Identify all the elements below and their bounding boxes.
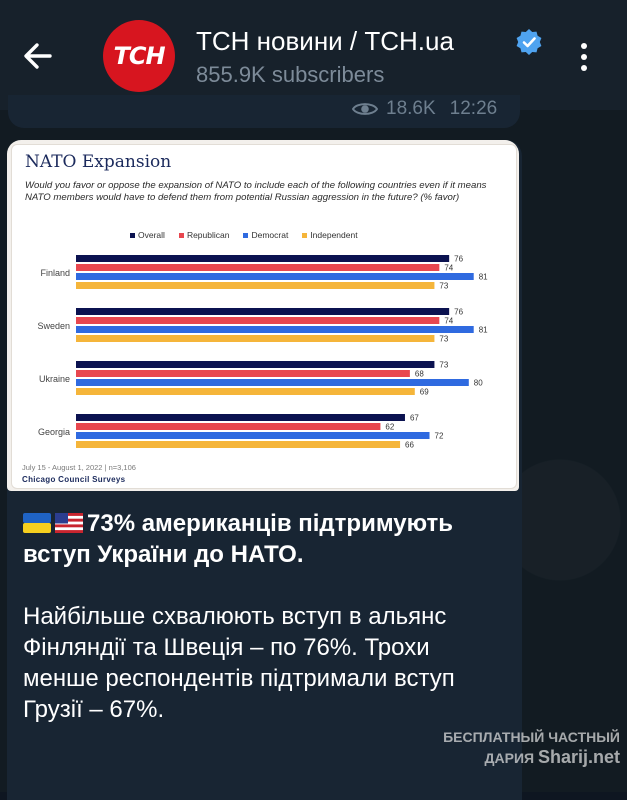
channel-name[interactable]: ТСН новини / ТСН.ua (196, 26, 454, 57)
category-label-ukraine: Ukraine (39, 374, 70, 384)
bar-value-label: 73 (439, 335, 448, 344)
views-count: 18.6K (386, 98, 436, 119)
bar-ukraine-republican (76, 370, 410, 377)
bar-finland-independent (76, 282, 435, 289)
bar-ukraine-independent (76, 388, 415, 395)
bar-georgia-overall (76, 414, 405, 421)
bar-sweden-democrat (76, 326, 474, 333)
bar-finland-democrat (76, 273, 474, 280)
category-label-finland: Finland (40, 268, 70, 278)
bar-value-label: 68 (415, 370, 424, 379)
bar-chart: Finland76748173Sweden76748173Ukraine7368… (37, 255, 488, 450)
category-label-sweden: Sweden (37, 321, 70, 331)
bar-value-label: 81 (479, 273, 488, 282)
category-label-georgia: Georgia (38, 427, 70, 437)
bar-ukraine-overall (76, 361, 435, 368)
chart-brand: Chicago Council Surveys (22, 475, 126, 484)
views-eye-icon (352, 103, 378, 115)
bar-value-label: 81 (479, 326, 488, 335)
chart-photo[interactable]: NATO Expansion Would you favor or oppose… (7, 140, 519, 491)
bar-value-label: 73 (439, 282, 448, 291)
watermark: БЕСПЛАТНЫЙ ЧАСТНЫЙ ДАРИЯ Sharij.net (410, 727, 620, 768)
usa-flag-icon (55, 513, 83, 533)
bar-ukraine-democrat (76, 379, 469, 386)
chart-card: NATO Expansion Would you favor or oppose… (11, 144, 517, 489)
bar-value-label: 69 (420, 388, 429, 397)
more-options-icon[interactable] (572, 40, 596, 74)
bar-value-label: 74 (444, 317, 453, 326)
bar-georgia-republican (76, 423, 381, 430)
bar-georgia-independent (76, 441, 401, 448)
watermark-line1: БЕСПЛАТНЫЙ ЧАСТНЫЙ (443, 729, 620, 745)
chat-header: ТСН ТСН новини / ТСН.ua 855.9K subscribe… (0, 0, 627, 110)
previous-message-meta: 18.6K 12:26 (352, 98, 497, 120)
headline-text: 73% американців підтримують вступ Україн… (23, 510, 454, 568)
message-headline: 73% американців підтримують вступ Україн… (23, 508, 503, 570)
ukraine-flag-icon (23, 513, 51, 533)
bar-value-label: 76 (454, 308, 463, 317)
watermark-line2: ДАРИЯ (484, 750, 535, 766)
avatar-logo-text: ТСН (113, 42, 165, 70)
subscriber-count: 855.9K subscribers (196, 62, 385, 87)
chart-footnote: July 15 - August 1, 2022 | n=3,106 (22, 463, 136, 472)
bar-value-label: 76 (454, 255, 463, 264)
bar-sweden-republican (76, 317, 440, 324)
bar-finland-overall (76, 255, 450, 262)
bar-value-label: 74 (444, 264, 453, 273)
bar-value-label: 72 (435, 432, 444, 441)
bar-sweden-independent (76, 335, 435, 342)
bar-value-label: 73 (439, 361, 448, 370)
bar-sweden-overall (76, 308, 450, 315)
watermark-line3: Sharij.net (537, 747, 620, 767)
message-time: 12:26 (449, 98, 498, 119)
message-text: 73% американців підтримують вступ Україн… (23, 508, 503, 725)
bar-georgia-democrat (76, 432, 430, 439)
message-body: Найбільше схвалюють вступ в альянс Фінля… (23, 603, 455, 723)
bar-value-label: 62 (385, 423, 394, 432)
bar-value-label: 80 (474, 379, 483, 388)
bar-value-label: 66 (405, 441, 414, 450)
bar-value-label: 67 (410, 414, 419, 423)
back-arrow-icon[interactable] (18, 36, 58, 76)
verified-badge-icon (516, 29, 542, 55)
bar-finland-republican (76, 264, 440, 271)
channel-avatar[interactable]: ТСН (103, 20, 175, 92)
